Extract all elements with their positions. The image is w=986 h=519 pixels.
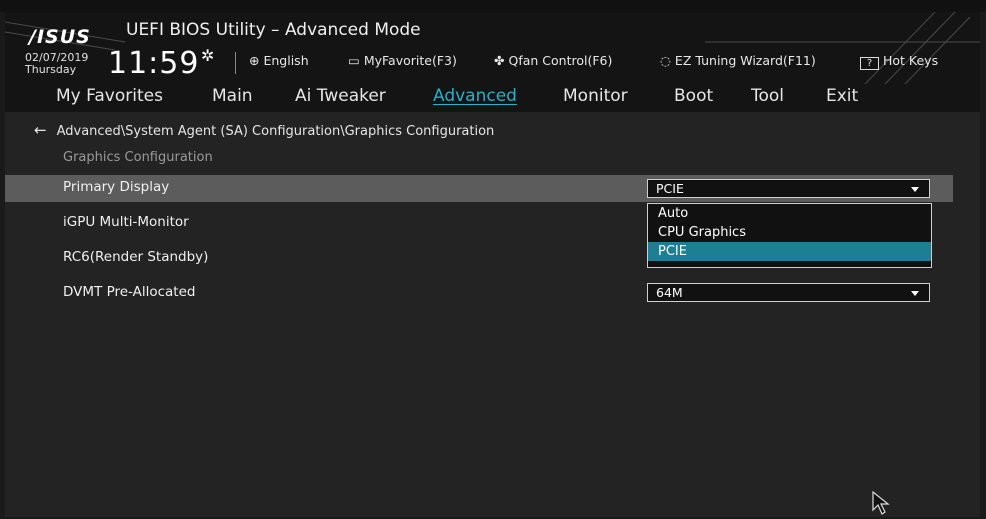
tab-exit[interactable]: Exit [826,86,858,106]
asus-logo: /ISUS [29,26,91,48]
section-title: Graphics Configuration [63,150,213,165]
ez-tuning-button[interactable]: ◌ EZ Tuning Wizard(F11) [660,53,816,68]
fan-icon: ✤ [494,53,505,68]
main-nav: My Favorites Main Ai Tweaker Advanced Mo… [5,84,980,112]
date-display: 02/07/2019 Thursday [25,52,88,76]
myfavorite-label: MyFavorite(F3) [363,53,457,68]
favorites-icon: ▭ [348,53,360,68]
dropdown-option-cpu-graphics[interactable]: CPU Graphics [648,223,931,242]
globe-icon: ⊕ [249,53,260,68]
app-title: UEFI BIOS Utility – Advanced Mode [126,20,421,40]
header-bar: /ISUS UEFI BIOS Utility – Advanced Mode … [5,12,980,84]
tab-my-favorites[interactable]: My Favorites [56,86,163,106]
breadcrumb-path: Advanced\System Agent (SA) Configuration… [56,124,495,139]
primary-display-value: PCIE [656,181,684,196]
qfan-label: Qfan Control(F6) [508,53,613,68]
tab-advanced[interactable]: Advanced [433,86,517,106]
window-top-strip [0,0,986,12]
hotkeys-button[interactable]: ? Hot Keys [860,53,938,70]
hotkeys-label: Hot Keys [883,53,939,68]
header-divider [235,52,236,74]
tab-monitor[interactable]: Monitor [563,86,628,106]
tab-tool[interactable]: Tool [751,86,784,106]
dvmt-value: 64M [656,285,683,300]
back-arrow-icon[interactable]: ← [34,121,47,139]
setting-label-primary-display: Primary Display [63,179,170,195]
dvmt-select[interactable]: 64M [647,283,930,302]
chevron-down-icon [911,291,919,296]
ez-tuning-label: EZ Tuning Wizard(F11) [674,53,816,68]
dropdown-option-auto[interactable]: Auto [648,204,931,223]
setting-label-igpu-multi-monitor[interactable]: iGPU Multi-Monitor [63,214,189,230]
setting-label-dvmt: DVMT Pre-Allocated [63,284,196,300]
tab-boot[interactable]: Boot [674,86,713,106]
bulb-icon: ◌ [660,53,671,68]
primary-display-dropdown: Auto CPU Graphics PCIE [647,203,932,268]
mouse-cursor-icon [872,491,890,515]
language-button[interactable]: ⊕ English [249,53,309,68]
gear-icon[interactable]: ✲ [201,46,214,65]
myfavorite-button[interactable]: ▭ MyFavorite(F3) [348,53,457,68]
clock: 11:59 [108,46,200,81]
tab-ai-tweaker[interactable]: Ai Tweaker [295,86,386,106]
breadcrumb: ← Advanced\System Agent (SA) Configuratio… [34,121,494,139]
day-value: Thursday [25,63,77,76]
primary-display-select[interactable]: PCIE [647,179,930,198]
setting-label-rc6[interactable]: RC6(Render Standby) [63,249,208,265]
tab-main[interactable]: Main [212,86,253,106]
chevron-down-icon [911,187,919,192]
qfan-button[interactable]: ✤ Qfan Control(F6) [494,53,612,68]
language-label: English [263,53,309,68]
hotkeys-icon: ? [860,57,879,70]
dropdown-option-pcie[interactable]: PCIE [648,242,931,261]
